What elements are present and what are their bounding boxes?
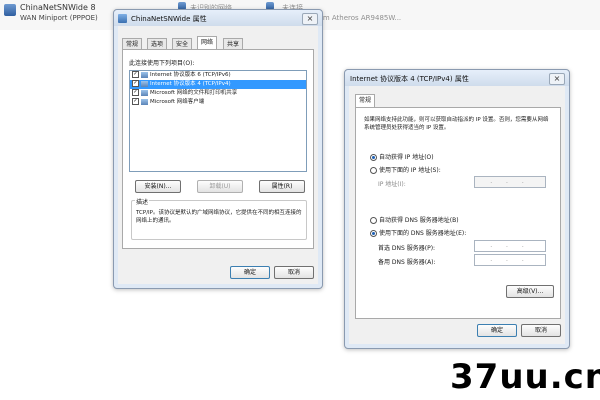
items-list[interactable]: ✓ Internet 协议版本 6 (TCP/IPv6) ✓ Internet 协议… bbox=[129, 70, 307, 172]
item-label: Internet 协议版本 6 (TCP/IPv6) bbox=[150, 72, 231, 78]
ip-address-label: IP 地址(I): bbox=[378, 181, 406, 188]
description-text: TCP/IP。该协议是默认的广域网络协议，它提供在不同的相互连接的网络上的通讯。 bbox=[136, 210, 302, 224]
cancel-button[interactable]: 取消 bbox=[521, 324, 561, 337]
ipv4-properties-dialog: Internet 协议版本 4 (TCP/IPv4) 属性 × 常规 如果网络支… bbox=[344, 69, 570, 349]
description-groupbox: 描述 TCP/IP。该协议是默认的广域网络协议，它提供在不同的相互连接的网络上的… bbox=[131, 197, 307, 240]
checkbox[interactable]: ✓ bbox=[132, 80, 139, 87]
networking-tab-page: 此连接使用下列项目(O): ✓ Internet 协议版本 6 (TCP/IPv6… bbox=[122, 49, 314, 249]
dialog-client: 常规 选项 安全 网络 共享 此连接使用下列项目(O): ✓ Internet 协… bbox=[118, 26, 318, 284]
intro-text: 如果网络支持此功能，则可以获取自动指派的 IP 设置。否则，您需要从网络系统管理… bbox=[364, 117, 549, 131]
manual-dns-label: 使用下面的 DNS 服务器地址(E): bbox=[379, 230, 467, 237]
connection-name[interactable]: ChinaNetSNWide 8 bbox=[20, 3, 96, 12]
auto-dns-radio[interactable] bbox=[370, 217, 377, 224]
protocol-icon bbox=[141, 71, 148, 78]
properties-button[interactable]: 属性(R) bbox=[259, 180, 305, 193]
auto-ip-option[interactable]: 自动获得 IP 地址(O) bbox=[370, 152, 434, 161]
network-connection-icon bbox=[4, 4, 16, 16]
install-button[interactable]: 安装(N)... bbox=[135, 180, 181, 193]
protocol-icon bbox=[141, 80, 148, 87]
dialog-title: ChinaNetSNWide 属性 bbox=[131, 15, 207, 23]
client-icon bbox=[141, 98, 148, 105]
preferred-dns-field[interactable]: . . . bbox=[474, 240, 546, 252]
items-label: 此连接使用下列项目(O): bbox=[129, 60, 195, 67]
network-icon bbox=[118, 14, 127, 23]
dialog-client: 常规 如果网络支持此功能，则可以获取自动指派的 IP 设置。否则，您需要从网络系… bbox=[349, 86, 565, 344]
description-title: 描述 bbox=[135, 197, 150, 206]
auto-ip-label: 自动获得 IP 地址(O) bbox=[379, 154, 434, 161]
list-item[interactable]: ✓ Internet 协议版本 6 (TCP/IPv6) bbox=[130, 71, 306, 80]
alternate-dns-label: 备用 DNS 服务器(A): bbox=[378, 259, 436, 266]
close-button[interactable]: × bbox=[549, 73, 565, 85]
checkbox[interactable]: ✓ bbox=[132, 98, 139, 105]
sharing-icon bbox=[141, 89, 148, 96]
manual-dns-radio[interactable] bbox=[370, 230, 377, 237]
connection-properties-dialog: ChinaNetSNWide 属性 × 常规 选项 安全 网络 共享 此连接使用… bbox=[113, 9, 323, 289]
cancel-button[interactable]: 取消 bbox=[274, 266, 314, 279]
item-label: Microsoft 网络的文件和打印机共享 bbox=[150, 90, 238, 96]
close-button[interactable]: × bbox=[302, 13, 318, 25]
checkbox[interactable]: ✓ bbox=[132, 89, 139, 96]
advanced-button[interactable]: 高级(V)... bbox=[506, 285, 554, 298]
dialog-title: Internet 协议版本 4 (TCP/IPv4) 属性 bbox=[350, 75, 469, 83]
ok-button[interactable]: 确定 bbox=[230, 266, 270, 279]
ok-button[interactable]: 确定 bbox=[477, 324, 517, 337]
item-label: Microsoft 网络客户端 bbox=[150, 99, 205, 105]
ip-address-field[interactable]: . . . bbox=[474, 176, 546, 188]
manual-ip-option[interactable]: 使用下面的 IP 地址(S): bbox=[370, 165, 441, 174]
checkbox[interactable]: ✓ bbox=[132, 71, 139, 78]
manual-ip-label: 使用下面的 IP 地址(S): bbox=[379, 167, 441, 174]
auto-ip-radio[interactable] bbox=[370, 154, 377, 161]
watermark: 37uu.cn bbox=[450, 357, 600, 397]
background-item-3: mm Atheros AR9485W... bbox=[316, 14, 402, 22]
close-icon: × bbox=[553, 74, 561, 83]
close-icon: × bbox=[306, 14, 314, 23]
tab-general[interactable]: 常规 bbox=[355, 94, 376, 108]
manual-ip-radio[interactable] bbox=[370, 167, 377, 174]
alternate-dns-field[interactable]: . . . bbox=[474, 254, 546, 266]
manual-dns-option[interactable]: 使用下面的 DNS 服务器地址(E): bbox=[370, 228, 466, 237]
general-tab-page: 如果网络支持此功能，则可以获取自动指派的 IP 设置。否则，您需要从网络系统管理… bbox=[355, 107, 561, 319]
list-item[interactable]: ✓ Internet 协议版本 4 (TCP/IPv4) bbox=[130, 80, 306, 89]
uninstall-button[interactable]: 卸载(U) bbox=[197, 180, 243, 193]
preferred-dns-label: 首选 DNS 服务器(P): bbox=[378, 245, 436, 252]
connection-device: WAN Miniport (PPPOE) bbox=[20, 14, 98, 22]
list-item[interactable]: ✓ Microsoft 网络的文件和打印机共享 bbox=[130, 89, 306, 98]
auto-dns-option[interactable]: 自动获得 DNS 服务器地址(B) bbox=[370, 215, 459, 224]
item-label: Internet 协议版本 4 (TCP/IPv4) bbox=[150, 81, 231, 87]
auto-dns-label: 自动获得 DNS 服务器地址(B) bbox=[379, 217, 459, 224]
list-item[interactable]: ✓ Microsoft 网络客户端 bbox=[130, 98, 306, 107]
tab-networking[interactable]: 网络 bbox=[197, 36, 218, 50]
